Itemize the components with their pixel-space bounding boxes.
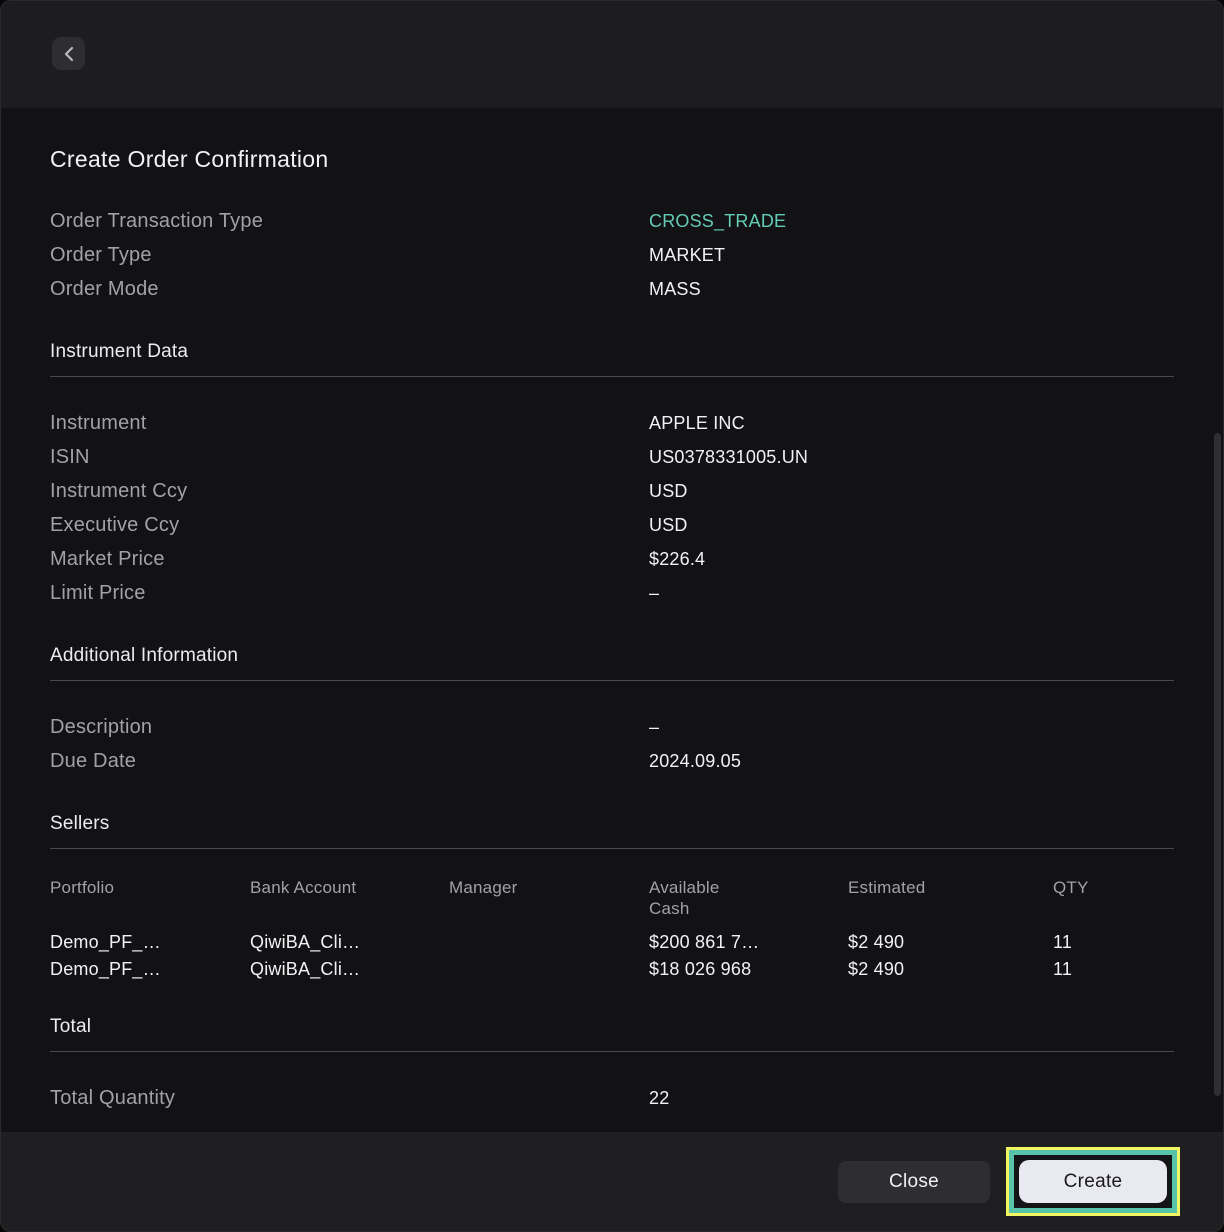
sellers-table: Portfolio Bank Account Manager Available… <box>50 877 1174 983</box>
additional-information-rows: Description – Due Date 2024.09.05 <box>50 710 1174 778</box>
market-price-value: $226.4 <box>649 549 706 569</box>
order-confirmation-dialog: Create Order Confirmation Order Transact… <box>0 0 1224 1232</box>
description-row: Description – <box>50 710 1174 744</box>
table-row[interactable]: Demo_PF_… QiwiBA_Cli… $18 026 968 $2 490… <box>50 956 1174 983</box>
sellers-table-header: Portfolio Bank Account Manager Available… <box>50 877 1174 929</box>
isin-row: ISIN US0378331005.UN <box>50 440 1174 474</box>
total-quantity-value: 22 <box>649 1088 670 1108</box>
executive-ccy-row: Executive Ccy USD <box>50 508 1174 542</box>
market-price-row: Market Price $226.4 <box>50 542 1174 576</box>
estimated-cell: $2 490 <box>848 932 905 952</box>
section-divider <box>50 680 1174 681</box>
due-date-label: Due Date <box>50 750 137 772</box>
column-header-estimated: Estimated <box>848 878 926 897</box>
bank-account-cell: QiwiBA_Cli… <box>250 959 361 979</box>
close-button[interactable]: Close <box>838 1160 990 1203</box>
back-button[interactable] <box>52 37 85 70</box>
executive-ccy-label: Executive Ccy <box>50 514 180 536</box>
limit-price-value: – <box>649 583 660 603</box>
available-cash-cell: $200 861 7… <box>649 932 760 952</box>
limit-price-label: Limit Price <box>50 582 146 604</box>
instrument-label: Instrument <box>50 412 147 434</box>
instrument-row: Instrument APPLE INC <box>50 406 1174 440</box>
top-bar <box>1 1 1223 108</box>
section-title-instrument-data: Instrument Data <box>50 341 189 362</box>
section-title-additional-information: Additional Information <box>50 645 239 666</box>
bank-account-cell: QiwiBA_Cli… <box>250 932 361 952</box>
order-type-value: MARKET <box>649 245 726 265</box>
section-divider <box>50 376 1174 377</box>
order-row: Order Type MARKET <box>50 238 1174 272</box>
chevron-left-icon <box>63 46 74 62</box>
description-value: – <box>649 717 660 737</box>
column-header-portfolio: Portfolio <box>50 878 115 897</box>
sellers-table-body: Demo_PF_… QiwiBA_Cli… $200 861 7… $2 490… <box>50 929 1174 983</box>
column-header-qty: QTY <box>1053 878 1089 897</box>
due-date-value: 2024.09.05 <box>649 751 742 771</box>
isin-value: US0378331005.UN <box>649 447 809 467</box>
table-row[interactable]: Demo_PF_… QiwiBA_Cli… $200 861 7… $2 490… <box>50 929 1174 956</box>
estimated-cell: $2 490 <box>848 959 905 979</box>
order-transaction-type-value: CROSS_TRADE <box>649 211 787 231</box>
total-rows: Total Quantity 22 <box>50 1081 1174 1115</box>
page-title: Create Order Confirmation <box>50 146 329 172</box>
order-row: Order Mode MASS <box>50 272 1174 306</box>
instrument-ccy-value: USD <box>649 481 688 501</box>
instrument-value: APPLE INC <box>649 413 745 433</box>
isin-label: ISIN <box>50 446 90 468</box>
column-header-manager: Manager <box>449 878 518 897</box>
section-title-total: Total <box>50 1016 92 1037</box>
executive-ccy-value: USD <box>649 515 688 535</box>
due-date-row: Due Date 2024.09.05 <box>50 744 1174 778</box>
available-cash-cell: $18 026 968 <box>649 959 752 979</box>
footer-bar: Close Create <box>1 1132 1223 1231</box>
description-label: Description <box>50 716 153 738</box>
order-mode-label: Order Mode <box>50 278 159 300</box>
section-divider <box>50 1051 1174 1052</box>
portfolio-cell: Demo_PF_… <box>50 932 161 952</box>
qty-cell: 11 <box>1053 932 1073 952</box>
portfolio-cell: Demo_PF_… <box>50 959 161 979</box>
instrument-ccy-row: Instrument Ccy USD <box>50 474 1174 508</box>
qty-cell: 11 <box>1053 959 1073 979</box>
total-quantity-label: Total Quantity <box>50 1087 176 1109</box>
column-header-available-cash: Available Cash <box>649 878 720 918</box>
total-quantity-row: Total Quantity 22 <box>50 1081 1174 1115</box>
order-type-label: Order Type <box>50 244 152 266</box>
order-transaction-type-label: Order Transaction Type <box>50 210 264 232</box>
scrollbar-thumb[interactable] <box>1214 433 1221 1096</box>
dialog-content: Create Order Confirmation Order Transact… <box>1 108 1223 1132</box>
instrument-ccy-label: Instrument Ccy <box>50 480 188 502</box>
column-header-bank-account: Bank Account <box>250 878 357 897</box>
order-mode-value: MASS <box>649 279 701 299</box>
section-title-sellers: Sellers <box>50 813 110 834</box>
section-divider <box>50 848 1174 849</box>
create-button-highlight: Create <box>1006 1147 1180 1216</box>
limit-price-row: Limit Price – <box>50 576 1174 610</box>
create-button-highlight-inner: Create <box>1009 1150 1177 1213</box>
market-price-label: Market Price <box>50 548 165 570</box>
create-button[interactable]: Create <box>1019 1160 1167 1203</box>
order-row: Order Transaction Type CROSS_TRADE <box>50 204 1174 238</box>
instrument-data-rows: Instrument APPLE INC ISIN US0378331005.U… <box>50 406 1174 610</box>
order-summary: Order Transaction Type CROSS_TRADE Order… <box>50 204 1174 306</box>
